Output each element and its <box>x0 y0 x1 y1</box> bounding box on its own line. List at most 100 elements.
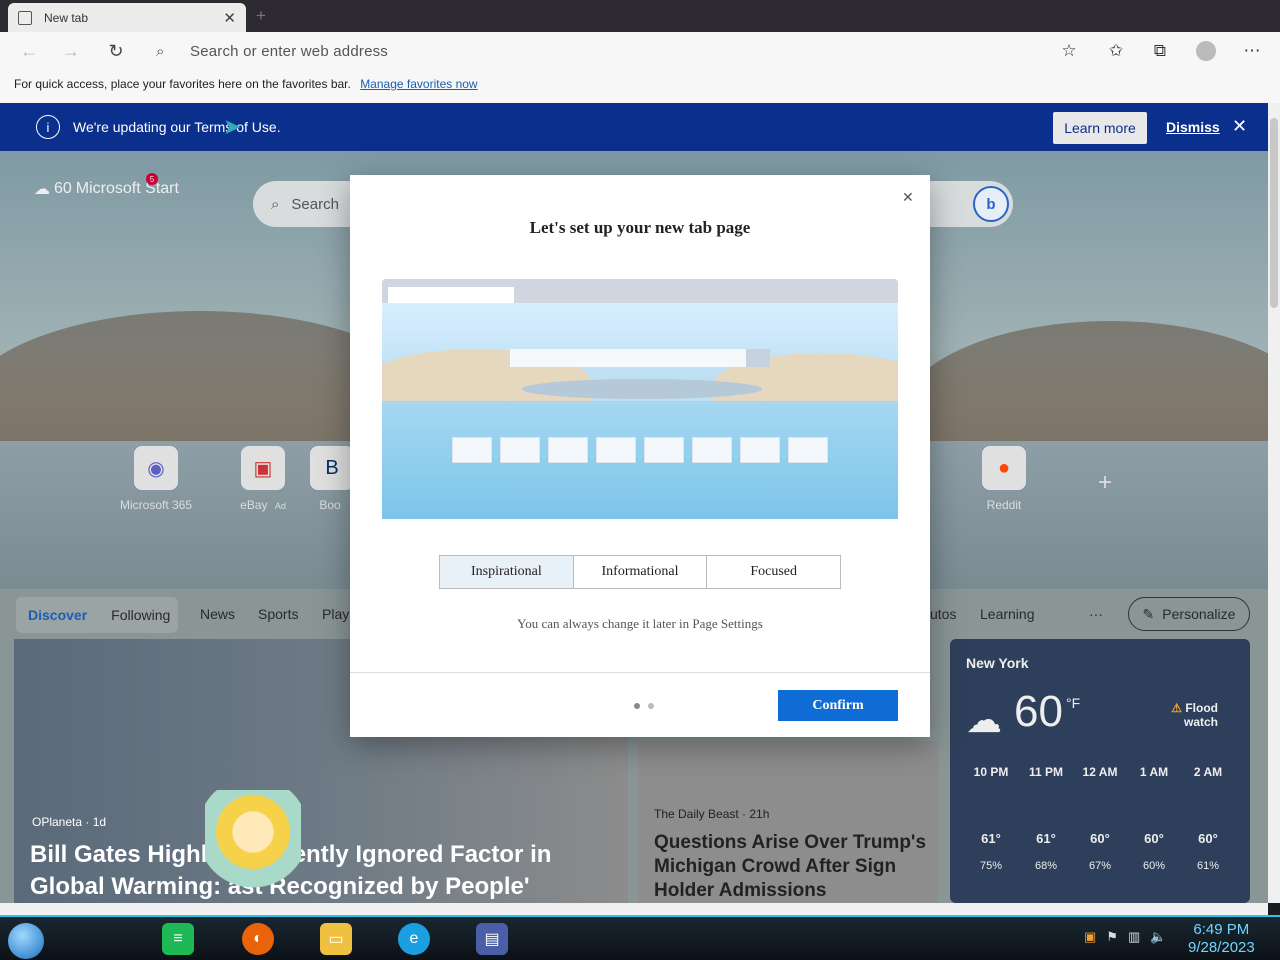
rain-cloud-icon: ☁ <box>966 699 1002 740</box>
profile-avatar[interactable] <box>1191 36 1221 66</box>
layout-preview-image <box>382 279 898 519</box>
bing-chat-icon[interactable]: b <box>973 186 1009 222</box>
brand-logo[interactable]: Microsoft Start <box>76 180 179 198</box>
refresh-button[interactable]: ↻ <box>101 36 131 66</box>
close-dialog-icon[interactable]: ✕ <box>902 189 914 206</box>
option-inspirational[interactable]: Inspirational <box>440 556 574 588</box>
learn-more-button[interactable]: Learn more <box>1053 112 1147 144</box>
option-informational[interactable]: Informational <box>574 556 708 588</box>
hourly-forecast: 12 AM 60° 67% <box>1082 765 1118 872</box>
tile-label: Microsoft 365 <box>119 498 193 512</box>
flood-watch-alert[interactable]: ⚠ Flood watch <box>1170 701 1218 729</box>
page-dot <box>648 703 654 709</box>
weather-temp: 60 <box>1014 687 1063 736</box>
info-icon: i <box>36 115 60 139</box>
divider <box>350 672 930 673</box>
tab-following[interactable]: Following <box>111 607 170 623</box>
volume-icon[interactable]: 🔈 <box>1150 929 1166 945</box>
taskbar: ≡ ◐ ▭ e ▤ ▣ ⚑ ▥ 🔈 6:49 PM 9/28/2023 <box>0 915 1280 960</box>
layout-selector: Inspirational Informational Focused <box>439 555 841 589</box>
spotify-icon[interactable]: ≡ <box>162 923 194 955</box>
banner-message: We're updating our Terms of Use. <box>73 119 281 135</box>
card-source: OPlaneta · 1d <box>32 815 107 829</box>
tray-app-icon[interactable]: ▣ <box>1084 929 1096 945</box>
terms-banner: i We're updating our Terms of Use. Learn… <box>0 103 1268 151</box>
search-icon: ⌕ <box>156 42 165 60</box>
weather-card[interactable]: New York ☁ 60 °F ⚠ Flood watch 10 PM 61° 7… <box>950 639 1250 903</box>
card-source: The Daily Beast · 21h <box>654 807 770 821</box>
system-tray: ▣ ⚑ ▥ 🔈 <box>1084 929 1166 945</box>
add-favorite-icon[interactable]: ☆ <box>1054 36 1084 66</box>
settings-more-icon[interactable]: ⋯ <box>1237 36 1267 66</box>
page-dot-active <box>634 703 640 709</box>
personalize-icon: ✎ <box>1142 605 1155 622</box>
top-left-bar: ☁ 60 Microsoft Start 5 <box>34 173 179 199</box>
weather-unit: °F <box>1066 695 1081 711</box>
app-window-icon[interactable]: ▤ <box>476 923 508 955</box>
firefox-icon[interactable]: ◐ <box>242 923 274 955</box>
network-icon[interactable]: ▥ <box>1128 929 1140 945</box>
tab-discover[interactable]: Discover <box>28 607 87 623</box>
desktop-sticker-character <box>205 790 301 910</box>
file-explorer-icon[interactable]: ▭ <box>320 923 352 955</box>
setup-dialog: ✕ Let's set up your new tab page Inspira… <box>350 175 930 737</box>
dialog-hint: You can always change it later in Page S… <box>517 616 763 631</box>
horizontal-scrollbar[interactable] <box>0 903 1268 915</box>
nav-learning[interactable]: Learning <box>980 606 1035 622</box>
weather-cloud-icon[interactable]: ☁ <box>34 179 50 199</box>
notification-badge[interactable]: 5 <box>146 173 158 185</box>
tile-label: Reddit <box>986 498 1022 512</box>
favorites-icon[interactable]: ✩ <box>1101 36 1131 66</box>
manage-favorites-link[interactable]: Manage favorites now <box>360 77 477 91</box>
dialog-title: Let's set up your new tab page <box>529 218 751 237</box>
flag-icon[interactable]: ⚑ <box>1106 929 1118 945</box>
weather-city[interactable]: New York <box>966 655 1029 671</box>
nav-more-icon[interactable]: ··· <box>1089 606 1103 622</box>
edge-icon[interactable]: e <box>398 923 430 955</box>
feed-toggle: Discover Following <box>16 597 178 633</box>
add-shortcut-button[interactable]: + <box>1098 469 1112 497</box>
collections-icon[interactable]: ⧉ <box>1145 36 1175 66</box>
tile-label: Boo <box>319 498 341 512</box>
tile-reddit[interactable]: ● Reddit <box>959 446 1049 512</box>
ad-label: Ad <box>274 501 286 511</box>
card-headline: Questions Arise Over Trump's Michigan Cr… <box>654 832 927 901</box>
confirm-button[interactable]: Confirm <box>778 690 898 721</box>
address-bar[interactable]: ⌕ Search or enter web address <box>146 36 1092 66</box>
hourly-forecast: 10 PM 61° 75% <box>973 765 1009 872</box>
tile-label: eBay <box>240 498 268 512</box>
back-button[interactable]: ← <box>14 36 44 66</box>
nav-sports[interactable]: Sports <box>258 606 298 622</box>
mouse-cursor-icon: ➤ <box>223 114 242 139</box>
close-tab-icon[interactable]: ✕ <box>223 9 236 27</box>
start-button[interactable] <box>8 923 44 959</box>
personalize-button[interactable]: ✎ Personalize <box>1128 597 1250 631</box>
scrollbar-thumb[interactable] <box>1270 118 1278 308</box>
clock-date: 9/28/2023 <box>1188 939 1255 956</box>
nav-play[interactable]: Play <box>322 606 349 622</box>
tab-new-tab[interactable]: New tab ✕ <box>8 3 246 32</box>
tab-strip: New tab ✕ + <box>0 0 1280 32</box>
news-card-secondary[interactable]: The Daily Beast · 21h Questions Arise Ov… <box>638 741 938 903</box>
option-focused[interactable]: Focused <box>707 556 840 588</box>
booking-icon: B <box>310 446 350 490</box>
address-toolbar: ← → ↻ ⌕ Search or enter web address ☆ ✩ … <box>0 32 1280 70</box>
nav-news[interactable]: News <box>200 606 235 622</box>
search-placeholder: Search <box>291 195 339 213</box>
microsoft-365-icon: ◉ <box>134 446 178 490</box>
hourly-forecast: 1 AM 60° 60% <box>1139 765 1169 872</box>
forward-button[interactable]: → <box>56 36 86 66</box>
tile-booking[interactable]: B Boo <box>310 446 350 512</box>
hourly-forecast: 2 AM 60° 61% <box>1193 765 1223 872</box>
favorites-hint: For quick access, place your favorites h… <box>14 77 351 91</box>
nav-autos[interactable]: utos <box>930 606 956 622</box>
tile-ebay[interactable]: ▣ eBay Ad <box>218 446 308 512</box>
close-banner-icon[interactable]: ✕ <box>1232 116 1247 137</box>
dismiss-link[interactable]: Dismiss <box>1166 119 1220 135</box>
tile-microsoft-365[interactable]: ◉ Microsoft 365 <box>111 446 201 512</box>
search-icon: ⌕ <box>271 195 280 213</box>
weather-small-temp[interactable]: 60 <box>54 180 72 198</box>
new-tab-button[interactable]: + <box>256 6 266 26</box>
clock[interactable]: 6:49 PM 9/28/2023 <box>1188 921 1255 957</box>
page-indicator <box>634 703 654 709</box>
